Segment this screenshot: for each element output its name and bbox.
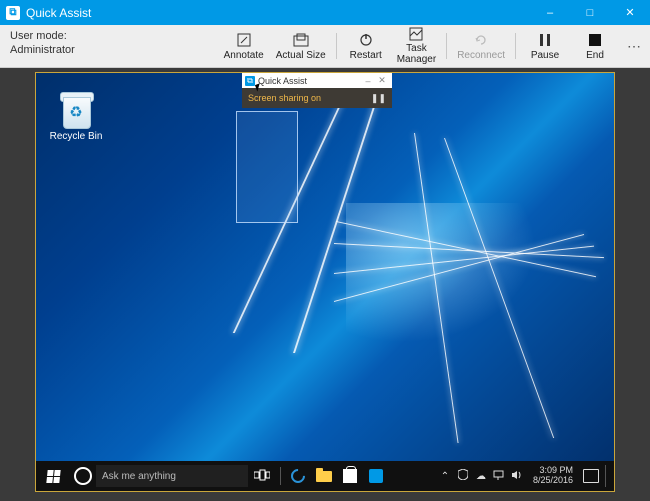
end-icon — [589, 32, 601, 48]
quick-assist-icon — [369, 469, 383, 483]
restart-icon — [359, 32, 373, 48]
taskbar-separator — [280, 467, 281, 485]
mini-close-button[interactable]: ✕ — [375, 75, 389, 86]
start-button[interactable] — [36, 461, 70, 491]
reconnect-button: Reconnect — [451, 25, 511, 67]
user-mode-value: Administrator — [10, 43, 75, 57]
show-desktop-button[interactable] — [605, 465, 610, 487]
end-button[interactable]: End — [570, 25, 620, 67]
selection-rectangle — [236, 111, 298, 223]
remote-taskbar: Ask me anything ⌃ ☁ — [36, 461, 614, 491]
annotate-button[interactable]: Annotate — [218, 25, 270, 67]
tray-volume-icon[interactable] — [511, 470, 523, 483]
folder-icon — [316, 471, 332, 482]
remote-viewport[interactable]: ♻ Recycle Bin ⧉ Quick Assist – ✕ Screen … — [0, 68, 650, 501]
edge-icon — [288, 466, 308, 486]
search-box[interactable]: Ask me anything — [96, 465, 248, 487]
windows-logo-icon — [46, 470, 60, 483]
annotate-label: Annotate — [224, 50, 264, 61]
user-mode-label: User mode: — [10, 29, 75, 43]
store-app[interactable] — [337, 461, 363, 491]
reconnect-icon — [474, 32, 488, 48]
actual-size-icon — [293, 32, 309, 48]
actual-size-label: Actual Size — [276, 50, 326, 61]
tray-onedrive-icon[interactable]: ☁ — [475, 471, 487, 482]
file-explorer-app[interactable] — [311, 461, 337, 491]
tray-chevron-icon[interactable]: ⌃ — [439, 471, 451, 482]
mini-app-title: Quick Assist — [258, 76, 307, 86]
mini-status-text: Screen sharing on — [248, 88, 321, 108]
toolbar-separator — [515, 33, 516, 59]
wallpaper-beam — [293, 73, 386, 353]
cortana-icon[interactable] — [74, 467, 92, 485]
tray-security-icon[interactable] — [457, 469, 469, 483]
task-view-button[interactable] — [254, 469, 270, 484]
clock-date: 8/25/2016 — [533, 476, 573, 486]
mini-minimize-button[interactable]: – — [361, 76, 375, 86]
toolbar: User mode: Administrator Annotate Actual… — [0, 25, 650, 68]
user-mode: User mode: Administrator — [0, 25, 85, 67]
clock[interactable]: 3:09 PM 8/25/2016 — [533, 466, 573, 486]
remote-quick-assist-titlebar[interactable]: ⧉ Quick Assist – ✕ — [242, 73, 392, 88]
remote-quick-assist-status: Screen sharing on ❚❚ — [242, 88, 392, 108]
app-title: Quick Assist — [26, 6, 91, 20]
actual-size-button[interactable]: Actual Size — [270, 25, 332, 67]
remote-desktop[interactable]: ♻ Recycle Bin ⧉ Quick Assist – ✕ Screen … — [36, 73, 614, 491]
quick-assist-app[interactable] — [363, 461, 389, 491]
recycle-bin-label: Recycle Bin — [46, 131, 106, 142]
end-label: End — [586, 50, 604, 61]
pause-button[interactable]: Pause — [520, 25, 570, 67]
action-center-icon[interactable] — [583, 469, 599, 483]
task-manager-button[interactable]: Task Manager — [391, 25, 442, 67]
recycle-bin-icon: ♻ — [56, 89, 96, 129]
store-icon — [343, 469, 357, 483]
tray-network-icon[interactable] — [493, 470, 505, 483]
maximize-button[interactable]: □ — [570, 0, 610, 25]
reconnect-label: Reconnect — [457, 50, 505, 61]
system-tray: ⌃ ☁ 3:09 PM 8/25/2016 — [389, 465, 614, 487]
mini-pause-icon[interactable]: ❚❚ — [371, 88, 386, 108]
pause-icon — [539, 32, 551, 48]
toolbar-separator — [336, 33, 337, 59]
restart-button[interactable]: Restart — [341, 25, 391, 67]
mini-app-icon: ⧉ — [245, 76, 255, 86]
app-icon: ⧉ — [6, 6, 20, 20]
task-manager-icon — [409, 27, 423, 41]
titlebar: ⧉ Quick Assist – □ ✕ — [0, 0, 650, 25]
recycle-bin[interactable]: ♻ Recycle Bin — [46, 89, 106, 142]
wallpaper-beam — [414, 133, 459, 443]
annotate-icon — [237, 32, 251, 48]
minimize-button[interactable]: – — [530, 0, 570, 25]
task-manager-label: Task Manager — [397, 43, 436, 65]
more-button[interactable]: ⋯ — [620, 25, 650, 67]
edge-app[interactable] — [285, 461, 311, 491]
wallpaper-beam — [444, 138, 554, 438]
search-placeholder: Ask me anything — [102, 471, 176, 482]
wallpaper-beam — [334, 243, 604, 258]
pause-label: Pause — [531, 50, 559, 61]
close-button[interactable]: ✕ — [610, 0, 650, 25]
toolbar-separator — [446, 33, 447, 59]
restart-label: Restart — [350, 50, 382, 61]
